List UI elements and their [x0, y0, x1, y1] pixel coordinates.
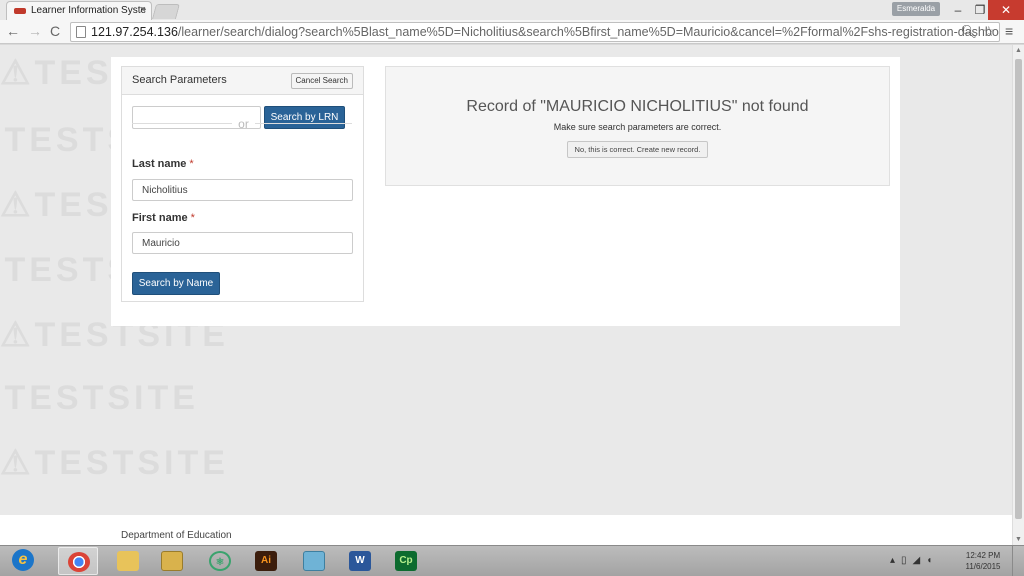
not-found-subtitle: Make sure search parameters are correct. — [553, 122, 722, 132]
not-found-message: Record of "MAURICIO NICHOLITIUS" not fou… — [385, 66, 890, 186]
clock-date: 11/6/2015 — [965, 562, 1001, 571]
page-footer: Department of Education — [0, 515, 1012, 545]
bookmark-star-icon[interactable]: ☆ — [982, 23, 995, 40]
illustrator-icon: Ai — [255, 551, 277, 571]
taskbar-captivate[interactable]: Cp — [386, 547, 426, 575]
or-separator: or — [238, 117, 249, 131]
page-viewport: ⚠TESTSITE ⚠TESTSITE ⚠TESTSITE ⚠TESTSITE … — [0, 45, 1012, 545]
divider-line — [132, 123, 232, 124]
cancel-search-button[interactable]: Cancel Search — [290, 73, 353, 89]
ie-icon[interactable]: e — [12, 549, 34, 571]
first-name-label-text: First name — [132, 212, 188, 224]
required-marker: * — [190, 212, 195, 224]
favicon-icon — [14, 8, 26, 14]
tab-close-icon[interactable]: × — [140, 4, 146, 16]
last-name-field[interactable]: Nicholitius — [132, 179, 353, 201]
url-path: /learner/search/dialog?search%5Blast_nam… — [177, 25, 1000, 39]
vertical-scrollbar[interactable]: ▲ ▼ — [1012, 45, 1024, 545]
first-name-label: First name * — [132, 212, 195, 224]
required-marker: * — [189, 158, 194, 170]
taskbar-folder[interactable] — [108, 547, 148, 575]
page-icon — [76, 26, 86, 38]
url-host: 121.97.254.136 — [91, 25, 178, 39]
last-name-label-text: Last name — [132, 158, 187, 170]
show-desktop-button[interactable] — [1012, 546, 1024, 576]
clock-time: 12:42 PM — [965, 551, 1001, 560]
browser-toolbar: ← → C 121.97.254.136/learner/search/dial… — [0, 20, 1024, 44]
notebook-icon — [303, 551, 325, 571]
taskbar-illustrator[interactable]: Ai — [246, 547, 286, 575]
chrome-icon — [68, 552, 90, 572]
panel-title: Search Parameters — [132, 74, 227, 86]
content-card: Search Parameters Cancel Search Search b… — [111, 57, 900, 326]
file-explorer-icon — [161, 551, 183, 571]
create-new-record-button[interactable]: No, this is correct. Create new record. — [566, 141, 709, 158]
scroll-down-icon[interactable]: ▼ — [1015, 536, 1022, 543]
back-arrow-icon[interactable]: ← — [6, 23, 20, 39]
scroll-up-icon[interactable]: ▲ — [1015, 47, 1022, 54]
profile-badge[interactable]: Esmeralda — [892, 2, 940, 16]
system-tray[interactable]: ▴▯◢◖ — [890, 555, 938, 566]
tab-title: Learner Information Syste — [31, 5, 147, 16]
system-clock[interactable]: 12:42 PM 11/6/2015 — [965, 550, 1001, 572]
scroll-thumb[interactable] — [1015, 59, 1022, 519]
first-name-field[interactable]: Mauricio — [132, 232, 353, 254]
folder-icon — [117, 551, 139, 571]
divider-line — [255, 123, 352, 124]
close-window-icon[interactable]: ✕ — [988, 0, 1024, 20]
windows-taskbar: e ⚛ Ai W Cp ▴▯◢◖ 12:42 PM 11/6/2015 — [0, 545, 1024, 576]
search-by-name-button[interactable]: Search by Name — [132, 272, 220, 295]
magnifier-icon[interactable]: 🔍︎ — [960, 24, 977, 40]
browser-tab[interactable]: Learner Information Syste × — [6, 1, 152, 20]
search-parameters-panel: Search Parameters Cancel Search Search b… — [121, 66, 364, 302]
browser-titlebar: Learner Information Syste × Esmeralda – … — [0, 0, 1024, 20]
watermark: ⚠TESTSITE — [0, 379, 199, 417]
taskbar-word[interactable]: W — [340, 547, 380, 575]
taskbar-notebook[interactable] — [294, 547, 334, 575]
taskbar-file-explorer[interactable] — [152, 547, 192, 575]
hamburger-menu-icon[interactable]: ≡ — [1005, 23, 1013, 39]
new-tab-button[interactable] — [151, 4, 181, 19]
footer-text: Department of Education — [121, 530, 232, 541]
captivate-icon: Cp — [395, 551, 417, 571]
taskbar-atom[interactable]: ⚛ — [200, 547, 240, 575]
search-by-lrn-button[interactable]: Search by LRN — [264, 106, 345, 129]
word-icon: W — [349, 551, 371, 571]
not-found-title: Record of "MAURICIO NICHOLITIUS" not fou… — [466, 98, 809, 115]
last-name-label: Last name * — [132, 158, 194, 170]
atom-icon: ⚛ — [209, 551, 231, 571]
forward-arrow-icon[interactable]: → — [28, 23, 42, 39]
taskbar-chrome[interactable] — [58, 547, 98, 575]
address-bar[interactable]: 121.97.254.136/learner/search/dialog?sea… — [70, 22, 1000, 42]
watermark: ⚠TESTSITE — [0, 444, 229, 482]
reload-icon[interactable]: C — [50, 23, 60, 39]
panel-header: Search Parameters Cancel Search — [122, 67, 363, 95]
